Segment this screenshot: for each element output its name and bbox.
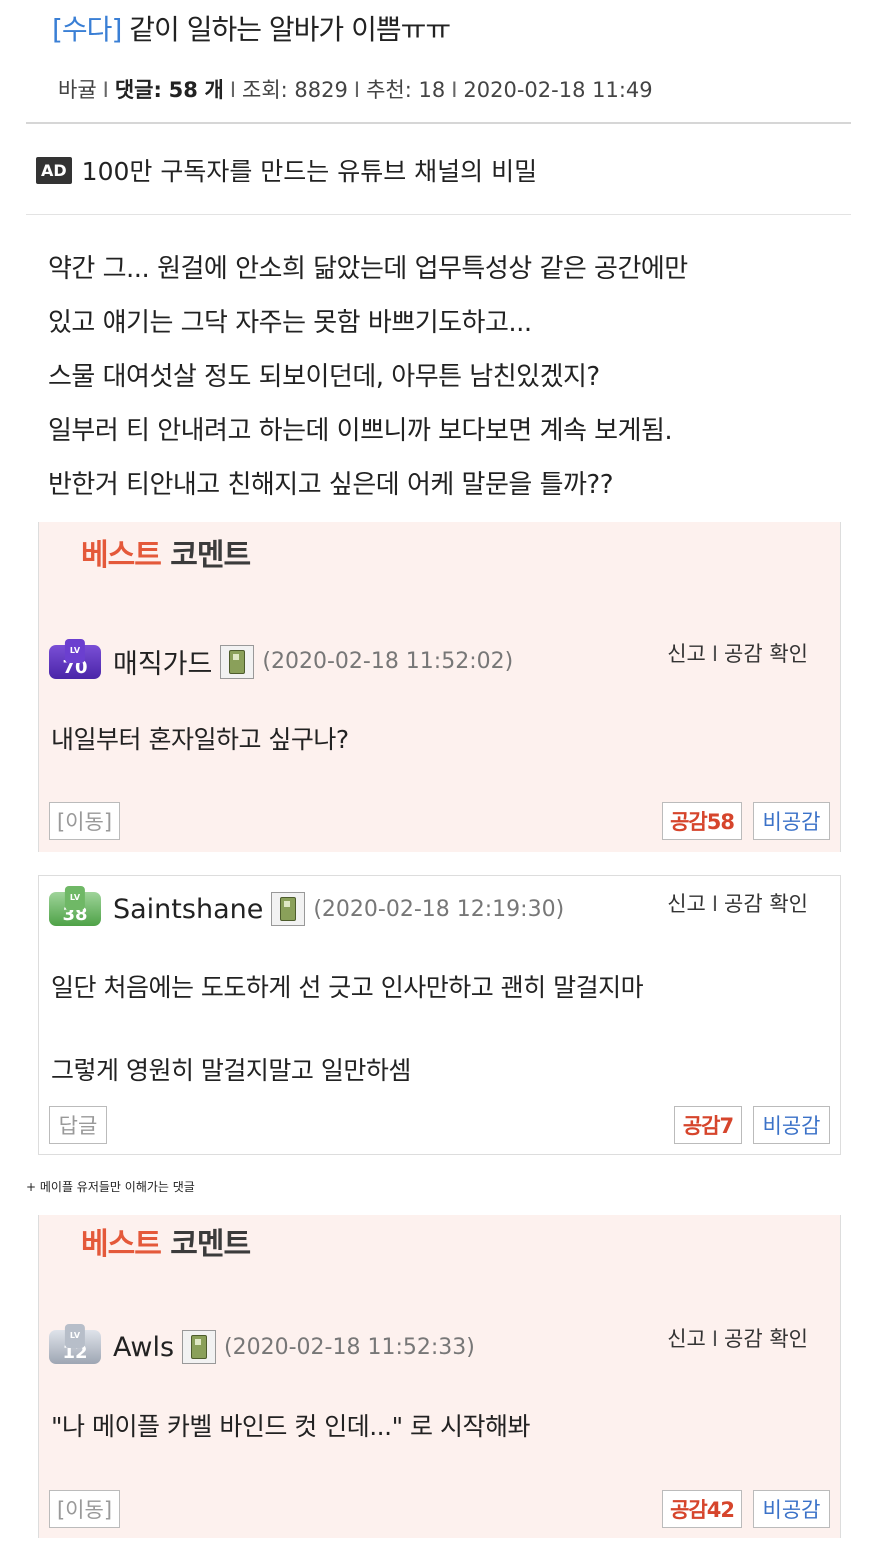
comment-date: (2020-02-18 11:52:02) — [262, 649, 514, 674]
comment-actions: 신고 I 공감 확인 — [667, 888, 808, 918]
actions-separator: I — [711, 892, 719, 916]
recommend-count: 추천: 18 — [366, 78, 446, 102]
comment-actions: 신고 I 공감 확인 — [667, 638, 808, 668]
level-badge-icon: LV 38 — [49, 886, 101, 926]
post-title: [수다] 같이 일하는 알바가 이쁨ㅠㅠ — [52, 8, 451, 48]
divider — [26, 122, 851, 124]
best-label-part2: 코멘트 — [170, 1227, 251, 1262]
comment-box: LV 38 Saintshane (2020-02-18 12:19:30) 신고… — [38, 875, 841, 1155]
best-comment-box: 베스트 코멘트 LV 12 Awls (2020-02-18 11:52:33) … — [38, 1215, 841, 1538]
mobile-phone-icon — [220, 644, 255, 679]
best-label-part1: 베스트 — [81, 538, 162, 573]
comments-label: 댓글: — [114, 78, 162, 102]
comment-actions: 신고 I 공감 확인 — [667, 1323, 808, 1353]
view-likes-link[interactable]: 공감 확인 — [724, 642, 808, 666]
comment-text: 그렇게 영원히 말걸지말고 일만하셈 — [51, 1056, 411, 1085]
ad-text[interactable]: 100만 구독자를 만드는 유튜브 채널의 비밀 — [82, 152, 537, 188]
comment-text: "나 메이플 카벨 바인드 컷 인데..." 로 시작해봐 — [51, 1412, 530, 1441]
comment-header: LV 12 Awls (2020-02-18 11:52:33) — [49, 1324, 475, 1364]
post-body: 약간 그... 원걸에 안소희 닮았는데 업무특성상 같은 공간에만 있고 얘기… — [48, 242, 688, 512]
best-label-part1: 베스트 — [81, 1227, 162, 1262]
post-meta: 바귤 I 댓글: 58 개 I 조회: 8829 I 추천: 18 I 2020-02-18 1… — [58, 74, 653, 104]
comments-count: 58 — [168, 78, 198, 102]
comment-date: (2020-02-18 11:52:33) — [224, 1334, 475, 1360]
report-link[interactable]: 신고 — [667, 642, 706, 666]
level-tag: LV — [64, 638, 86, 663]
level-badge-icon: LV 70 — [49, 638, 101, 679]
meta-separator: I — [229, 78, 237, 102]
best-comment-label: 베스트 코멘트 — [81, 530, 251, 574]
like-button[interactable]: 공감42 — [662, 1490, 742, 1528]
level-tag: LV — [64, 1324, 86, 1348]
comment-nickname[interactable]: 매직가드 — [113, 642, 212, 681]
comment-header: LV 70 매직가드 (2020-02-18 11:52:02) — [49, 638, 514, 681]
like-button[interactable]: 공감58 — [662, 802, 742, 840]
comment-text: 내일부터 혼자일하고 싶구나? — [51, 725, 349, 754]
reply-button[interactable]: 답글 — [49, 1106, 107, 1144]
comment-nickname[interactable]: Saintshane — [113, 894, 263, 925]
post-category[interactable]: [수다] — [52, 13, 122, 46]
body-line: 있고 얘기는 그닥 자주는 못함 바쁘기도하고... — [48, 308, 532, 338]
mobile-phone-icon — [271, 892, 306, 926]
comment-header: LV 38 Saintshane (2020-02-18 12:19:30) — [49, 886, 565, 926]
best-comment-label: 베스트 코멘트 — [81, 1219, 251, 1263]
best-comment-box: 베스트 코멘트 LV 70 매직가드 (2020-02-18 11:52:02) … — [38, 522, 841, 852]
dislike-button[interactable]: 비공감 — [753, 1490, 830, 1528]
level-badge-icon: LV 12 — [49, 1324, 101, 1364]
comment-text: 일단 처음에는 도도하게 선 긋고 인사만하고 괜히 말걸지마 — [51, 973, 644, 1002]
body-line: 약간 그... 원걸에 안소희 닮았는데 업무특성상 같은 공간에만 — [48, 254, 688, 284]
like-button[interactable]: 공감7 — [674, 1106, 742, 1144]
actions-separator: I — [711, 642, 719, 666]
meta-separator: I — [353, 78, 361, 102]
report-link[interactable]: 신고 — [667, 892, 706, 916]
meta-separator: I — [102, 78, 109, 102]
move-button[interactable]: [이동] — [49, 1490, 120, 1528]
dislike-button[interactable]: 비공감 — [753, 1106, 830, 1144]
comments-unit: 개 — [204, 78, 224, 102]
post-datetime: 2020-02-18 11:49 — [463, 78, 653, 102]
move-button[interactable]: [이동] — [49, 802, 120, 840]
body-line: 일부러 티 안내려고 하는데 이쁘니까 보다보면 계속 보게됨. — [48, 416, 673, 446]
comment-date: (2020-02-18 12:19:30) — [313, 896, 565, 922]
actions-separator: I — [711, 1327, 719, 1351]
post-title-text: 같이 일하는 알바가 이쁨ㅠㅠ — [129, 13, 451, 46]
level-tag: LV — [64, 886, 86, 910]
views-count: 조회: 8829 — [242, 78, 348, 102]
body-line: 반한거 티안내고 친해지고 싶은데 어케 말문을 틀까?? — [48, 470, 614, 500]
dislike-button[interactable]: 비공감 — [753, 802, 830, 840]
comment-nickname[interactable]: Awls — [113, 1332, 174, 1363]
meta-separator: I — [451, 78, 458, 102]
caption-note: + 메이플 유저들만 이해가는 댓글 — [26, 1180, 195, 1194]
view-likes-link[interactable]: 공감 확인 — [724, 892, 808, 916]
report-link[interactable]: 신고 — [667, 1327, 706, 1351]
divider — [26, 214, 851, 215]
best-label-part2: 코멘트 — [170, 538, 251, 573]
post-author[interactable]: 바귤 — [58, 78, 97, 102]
ad-badge: AD — [36, 156, 72, 184]
ad-banner[interactable]: AD 100만 구독자를 만드는 유튜브 채널의 비밀 — [36, 152, 537, 188]
body-line: 스물 대여섯살 정도 되보이던데, 아무튼 남친있겠지? — [48, 362, 600, 392]
mobile-phone-icon — [182, 1330, 217, 1364]
view-likes-link[interactable]: 공감 확인 — [724, 1327, 808, 1351]
